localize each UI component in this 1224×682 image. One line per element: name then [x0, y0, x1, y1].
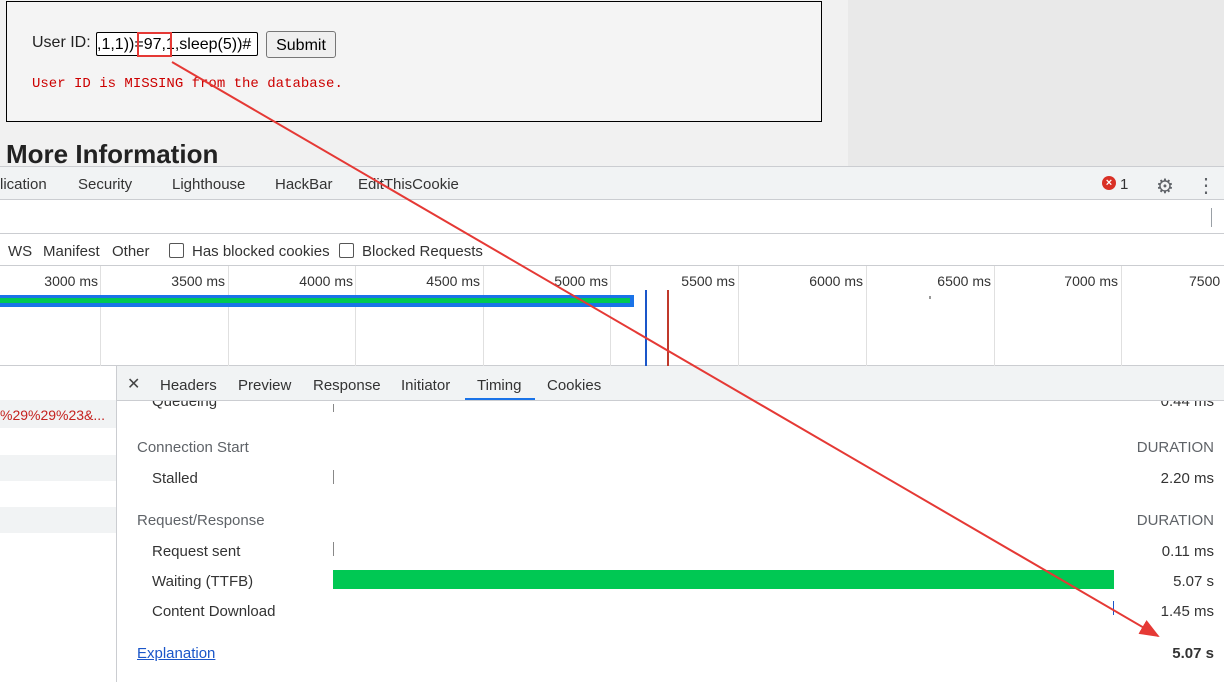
blocked-requests-checkbox[interactable] — [339, 243, 354, 258]
error-icon[interactable]: × — [1102, 176, 1116, 190]
load-marker — [667, 290, 669, 366]
missing-message: User ID is MISSING from the database. — [32, 76, 343, 92]
tick-gridline — [738, 266, 739, 366]
queueing-bar — [333, 404, 334, 412]
tab-application[interactable]: lication — [0, 176, 47, 193]
connection-start-heading: Connection Start — [137, 439, 249, 456]
queueing-label: Queueing — [152, 401, 218, 410]
queueing-row-clipped: Queueing — [152, 401, 217, 413]
userid-label: User ID: — [32, 34, 91, 51]
tick-label: 5000 ms — [554, 273, 608, 289]
overview-mark — [929, 296, 931, 299]
annotation-highlight-box — [137, 32, 172, 57]
tick-gridline — [483, 266, 484, 366]
domcontentloaded-marker — [645, 290, 647, 366]
more-options-icon[interactable]: ⋮ — [1196, 173, 1216, 198]
explanation-link[interactable]: Explanation — [137, 645, 215, 662]
gear-icon[interactable]: ⚙ — [1156, 174, 1174, 199]
tick-label: 5500 ms — [681, 273, 735, 289]
tick-label: 6500 ms — [937, 273, 991, 289]
tab-response[interactable]: Response — [313, 377, 381, 394]
tab-editthiscookie[interactable]: EditThisCookie — [358, 176, 459, 193]
error-count[interactable]: 1 — [1120, 176, 1128, 193]
toolbar-divider — [1211, 208, 1212, 227]
userid-value: ,1,1))=97,1,sleep(5))# — [97, 36, 252, 53]
filter-ws[interactable]: WS — [8, 243, 32, 260]
tab-hackbar[interactable]: HackBar — [275, 176, 333, 193]
tick-gridline — [866, 266, 867, 366]
ttfb-value: 5.07 s — [1173, 573, 1214, 590]
tick-label: 4000 ms — [299, 273, 353, 289]
tab-headers[interactable]: Headers — [160, 377, 217, 394]
tab-preview[interactable]: Preview — [238, 377, 291, 394]
tab-lighthouse[interactable]: Lighthouse — [172, 176, 245, 193]
tick-gridline — [228, 266, 229, 366]
page-viewport-margin — [848, 0, 1224, 166]
request-row[interactable] — [0, 507, 116, 533]
sqli-form-box — [6, 1, 822, 122]
has-blocked-cookies-label[interactable]: Has blocked cookies — [192, 243, 330, 260]
submit-button[interactable]: Submit — [266, 31, 336, 58]
request-url[interactable]: %29%29%23&... — [0, 407, 116, 423]
filter-other[interactable]: Other — [112, 243, 150, 260]
has-blocked-cookies-checkbox[interactable] — [169, 243, 184, 258]
tick-label: 3500 ms — [171, 273, 225, 289]
stalled-bar — [333, 470, 334, 484]
tick-gridline — [100, 266, 101, 366]
tick-gridline — [994, 266, 995, 366]
request-row[interactable] — [0, 455, 116, 481]
userid-input[interactable]: ,1,1))=97,1,sleep(5))# — [96, 32, 258, 56]
tick-label: 3000 ms — [44, 273, 98, 289]
tab-timing[interactable]: Timing — [477, 377, 521, 394]
ttfb-bar — [333, 570, 1114, 589]
queueing-value-clipped: 0.44 ms — [1094, 401, 1214, 413]
tab-cookies[interactable]: Cookies — [547, 377, 601, 394]
tick-label: 4500 ms — [426, 273, 480, 289]
tick-label: 7000 ms — [1064, 273, 1118, 289]
tick-label: 7500 — [1189, 273, 1221, 289]
ttfb-label: Waiting (TTFB) — [152, 573, 254, 590]
content-download-label: Content Download — [152, 603, 276, 620]
network-toolbar — [0, 200, 1224, 234]
tick-gridline — [1121, 266, 1122, 366]
tab-security[interactable]: Security — [78, 176, 132, 193]
tab-initiator[interactable]: Initiator — [401, 377, 450, 394]
tick-gridline — [610, 266, 611, 366]
request-sent-value: 0.11 ms — [1161, 543, 1214, 560]
filter-manifest[interactable]: Manifest — [43, 243, 100, 260]
duration-header: DURATION — [1136, 439, 1214, 456]
tick-label: 6000 ms — [809, 273, 863, 289]
close-icon[interactable]: ✕ — [127, 374, 140, 394]
request-sent-label: Request sent — [152, 543, 241, 560]
request-response-heading: Request/Response — [137, 512, 265, 529]
stalled-label: Stalled — [152, 470, 198, 487]
request-bar-waiting — [0, 298, 630, 303]
content-download-value: 1.45 ms — [1160, 603, 1214, 620]
active-tab-indicator — [465, 398, 535, 400]
duration-header: DURATION — [1136, 512, 1214, 529]
blocked-requests-label[interactable]: Blocked Requests — [362, 243, 483, 260]
request-sent-bar — [333, 542, 334, 556]
queueing-value: 0.44 ms — [1160, 401, 1214, 410]
tick-gridline — [355, 266, 356, 366]
stalled-value: 2.20 ms — [1160, 470, 1214, 487]
total-duration: 5.07 s — [1172, 645, 1214, 662]
